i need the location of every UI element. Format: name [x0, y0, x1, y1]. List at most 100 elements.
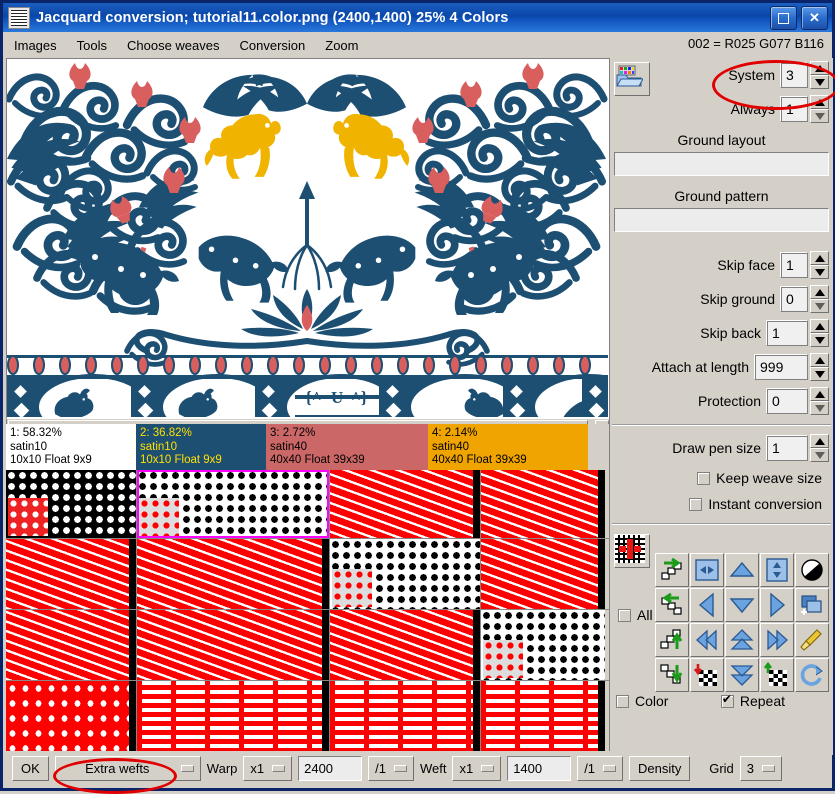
skip-back-spin-down[interactable]: [810, 333, 829, 347]
skip-ground-input[interactable]: 0: [780, 286, 808, 312]
protection-spin-up[interactable]: [810, 387, 829, 401]
menu-choose-weaves[interactable]: Choose weaves: [118, 36, 229, 55]
ok-button[interactable]: OK: [12, 755, 49, 781]
density-button[interactable]: Density: [629, 755, 691, 781]
protection-input[interactable]: 0: [766, 388, 808, 414]
extra-wefts-dropdown[interactable]: Extra wefts: [54, 755, 201, 781]
warp-divider-dropdown[interactable]: /1: [368, 755, 414, 781]
flip-horizontal-button[interactable]: [690, 553, 724, 587]
shift-stairs-right-button[interactable]: [655, 553, 689, 587]
skip-ground-spinner[interactable]: [810, 285, 829, 313]
repeat-checkbox[interactable]: [720, 692, 734, 708]
expand-vertical-button[interactable]: [760, 553, 794, 587]
warp-count-input[interactable]: 2400: [298, 755, 363, 781]
swatch-4[interactable]: 4: 2.14% satin40 40x40 Float 39x39: [428, 424, 588, 470]
fast-up-button[interactable]: [725, 623, 759, 657]
pen-spin-down[interactable]: [810, 448, 829, 462]
arrow-left-button[interactable]: [690, 588, 724, 622]
system-input[interactable]: 3: [780, 62, 808, 88]
weave-cell-1-3[interactable]: [330, 470, 480, 538]
attach-at-length-spinner[interactable]: [810, 353, 829, 381]
weave-cell-4-1[interactable]: [6, 681, 136, 751]
color-checkbox[interactable]: [616, 694, 629, 708]
swatch-1[interactable]: 1: 58.32% satin10 10x10 Float 9x9: [6, 424, 136, 470]
weave-cell-3-4[interactable]: [481, 610, 605, 680]
ground-pattern-input[interactable]: [614, 208, 829, 232]
skip-face-spinner[interactable]: [810, 251, 829, 279]
weave-cell-2-1[interactable]: [6, 539, 136, 609]
skip-ground-spin-down[interactable]: [810, 299, 829, 313]
skip-face-input[interactable]: 1: [780, 252, 808, 278]
skip-back-spin-up[interactable]: [810, 319, 829, 333]
fast-down-button[interactable]: [725, 658, 759, 692]
swatch-3[interactable]: 3: 2.72% satin40 40x40 Float 39x39: [266, 424, 428, 470]
draw-pen-size-spinner[interactable]: [810, 434, 829, 462]
skip-face-spin-down[interactable]: [810, 265, 829, 279]
skip-face-spin-up[interactable]: [810, 251, 829, 265]
stairs-down-button[interactable]: [655, 658, 689, 692]
protection-label: Protection: [697, 393, 761, 409]
invert-button[interactable]: [795, 553, 829, 587]
skip-back-spinner[interactable]: [810, 319, 829, 347]
menu-tools[interactable]: Tools: [68, 36, 116, 55]
skip-ground-spin-up[interactable]: [810, 285, 829, 299]
keep-weave-size-checkbox[interactable]: [697, 471, 711, 485]
instant-conversion-checkbox[interactable]: [689, 497, 703, 511]
open-images-button[interactable]: [614, 62, 650, 96]
swatch-2[interactable]: 2: 36.82% satin10 10x10 Float 9x9: [136, 424, 266, 470]
weft-divider-dropdown[interactable]: /1: [577, 755, 624, 781]
always-input[interactable]: 1: [780, 96, 808, 122]
system-spinner[interactable]: [810, 61, 829, 89]
weft-count-input[interactable]: 1400: [507, 755, 572, 781]
pick-color-checker-button[interactable]: [690, 658, 724, 692]
fast-left-button[interactable]: [690, 623, 724, 657]
arrow-right-button[interactable]: [760, 588, 794, 622]
attach-spin-down[interactable]: [810, 367, 829, 381]
weave-cell-4-2[interactable]: [137, 681, 329, 751]
design-image-canvas[interactable]: {^ U ^}: [6, 58, 611, 420]
attach-spin-up[interactable]: [810, 353, 829, 367]
weft-multiplier-dropdown[interactable]: x1: [452, 755, 502, 781]
weave-cell-1-4[interactable]: [481, 470, 605, 538]
attach-at-length-input[interactable]: 999: [754, 354, 808, 380]
menu-conversion[interactable]: Conversion: [231, 36, 315, 55]
weave-cell-2-2[interactable]: [137, 539, 329, 609]
weave-cell-3-1[interactable]: [6, 610, 136, 680]
draw-pen-size-input[interactable]: 1: [766, 435, 808, 461]
grid-value-dropdown[interactable]: 3: [739, 755, 782, 781]
protection-spin-down[interactable]: [810, 401, 829, 415]
weave-cell-4-3[interactable]: [330, 681, 480, 751]
maximize-button[interactable]: [770, 6, 797, 30]
weave-cell-2-4[interactable]: [481, 539, 605, 609]
shift-stairs-left-button[interactable]: [655, 588, 689, 622]
protection-spinner[interactable]: [810, 387, 829, 415]
system-spin-down[interactable]: [810, 75, 829, 89]
refresh-cycle-button[interactable]: [795, 658, 829, 692]
weave-cell-3-3[interactable]: [330, 610, 480, 680]
arrow-down-button[interactable]: [725, 588, 759, 622]
always-spinner[interactable]: [810, 95, 829, 123]
stairs-up-button[interactable]: [655, 623, 689, 657]
arrow-up-button[interactable]: [725, 553, 759, 587]
close-button[interactable]: ✕: [801, 6, 828, 30]
dropdown-marker-icon: [603, 764, 617, 772]
place-color-checker-button[interactable]: [760, 658, 794, 692]
system-spin-up[interactable]: [810, 61, 829, 75]
weave-cell-1-2[interactable]: [137, 470, 329, 538]
weave-cell-1-1[interactable]: [6, 470, 136, 538]
skip-back-input[interactable]: 1: [766, 320, 808, 346]
fast-right-button[interactable]: [760, 623, 794, 657]
always-spin-down[interactable]: [810, 109, 829, 123]
weave-cell-4-4[interactable]: [481, 681, 605, 751]
pen-spin-up[interactable]: [810, 434, 829, 448]
menu-images[interactable]: Images: [5, 36, 66, 55]
always-spin-up[interactable]: [810, 95, 829, 109]
menu-zoom[interactable]: Zoom: [316, 36, 367, 55]
weave-cell-2-3[interactable]: [330, 539, 480, 609]
broom-clear-button[interactable]: [795, 623, 829, 657]
copy-layers-button[interactable]: [795, 588, 829, 622]
weave-cell-3-2[interactable]: [137, 610, 329, 680]
warp-multiplier-dropdown[interactable]: x1: [243, 755, 293, 781]
all-checkbox[interactable]: [618, 608, 631, 622]
ground-layout-input[interactable]: [614, 152, 829, 176]
